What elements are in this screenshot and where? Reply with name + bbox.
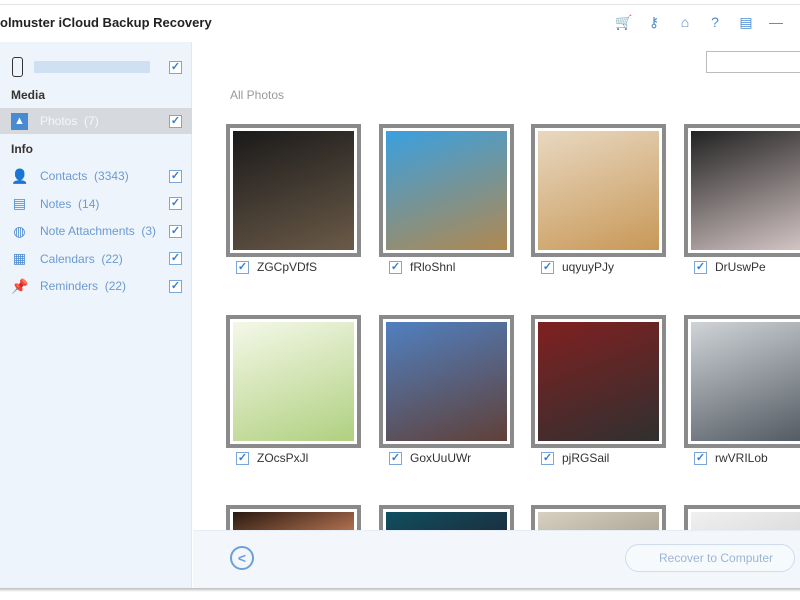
photos-label: Photos (7) [40, 114, 99, 128]
photo-thumbnail[interactable] [379, 315, 514, 448]
photo-caption: ✓ DrUswPe [694, 260, 766, 274]
key-icon[interactable]: ⚷ [645, 14, 663, 31]
photo-image [538, 131, 659, 250]
sidebar-item-contacts[interactable]: 👤 Contacts (3343) ✓ [0, 163, 192, 189]
photo-image [386, 322, 507, 441]
photo-name: uqyuyPJy [562, 260, 615, 274]
photo-thumbnail[interactable] [531, 505, 666, 530]
section-heading: All Photos [230, 88, 285, 102]
photo-name: fRloShnl [410, 260, 456, 274]
window-shadow [0, 588, 800, 592]
cart-icon[interactable]: 🛒 [615, 14, 633, 31]
photo-caption: ✓ uqyuyPJy [541, 260, 614, 274]
photo-thumbnail[interactable] [379, 505, 514, 530]
back-button[interactable]: < [230, 546, 254, 570]
photo-image [538, 322, 659, 441]
app-title: olmuster iCloud Backup Recovery [0, 15, 212, 30]
photo-checkbox[interactable]: ✓ [236, 451, 249, 465]
photo-name: rwVRILob [715, 451, 768, 465]
sidebar-item-calendars[interactable]: ▦ Calendars (22) ✓ [0, 246, 192, 272]
item-label: Note Attachments (3) [40, 224, 157, 238]
photo-thumbnail[interactable] [226, 124, 361, 257]
photo-thumbnail[interactable] [226, 505, 361, 530]
photo-checkbox[interactable]: ✓ [236, 260, 249, 274]
item-label: Reminders (22) [40, 279, 127, 293]
sidebar-item-reminders[interactable]: 📌 Reminders (22) ✓ [0, 273, 192, 299]
photo-grid-panel: All Photos ✓ ZGCpVDfS ✓ fRloShnl ✓ uqyuyPJy ✓ D… [193, 42, 800, 530]
attachment-icon: ◍ [13, 222, 26, 239]
photo-image [233, 131, 354, 250]
photo-checkbox[interactable]: ✓ [694, 260, 707, 274]
photo-image [386, 131, 507, 250]
photo-checkbox[interactable]: ✓ [694, 451, 707, 465]
photo-caption: ✓ rwVRILob [694, 451, 768, 465]
photo-name: GoxUuUWr [410, 451, 472, 465]
photo-name: pjRGSail [562, 451, 610, 465]
photos-checkbox[interactable]: ✓ [169, 114, 182, 128]
photo-checkbox[interactable]: ✓ [541, 260, 554, 274]
photo-thumbnail[interactable] [684, 124, 800, 257]
chevron-left-icon: < [237, 550, 247, 566]
photo-name: DrUswPe [715, 260, 766, 274]
feedback-icon[interactable]: ▤ [737, 14, 755, 31]
calendar-icon: ▦ [12, 250, 27, 266]
photo-image [233, 322, 354, 441]
item-label: Calendars (22) [40, 251, 123, 266]
sidebar-item-photos[interactable]: ▲ Photos (7) ✓ [0, 108, 192, 134]
photo-image [538, 512, 659, 530]
sidebar-item-notes[interactable]: ▤ Notes (14) ✓ [0, 191, 192, 217]
phone-icon [12, 57, 23, 77]
photo-thumbnail[interactable] [226, 315, 361, 448]
photos-icon: ▲ [11, 112, 28, 130]
sidebar-item-note-attachments[interactable]: ◍ Note Attachments (3) ✓ [0, 218, 192, 244]
item-label: Contacts (3343) [40, 169, 129, 183]
photo-caption: ✓ GoxUuUWr [389, 451, 471, 465]
item-checkbox[interactable]: ✓ [169, 169, 182, 183]
photo-checkbox[interactable]: ✓ [541, 451, 554, 465]
footer-bar: < Recover to Computer [193, 530, 800, 588]
photo-name: ZOcsPxJl [257, 451, 309, 465]
photo-caption: ✓ fRloShnl [389, 260, 455, 274]
item-label: Notes (14) [40, 196, 100, 211]
photo-checkbox[interactable]: ✓ [389, 260, 402, 274]
device-name-redacted [34, 61, 150, 73]
info-heading: Info [11, 142, 33, 156]
device-row[interactable]: ✓ [0, 54, 192, 80]
help-icon[interactable]: ? [706, 14, 724, 30]
photo-image [691, 131, 800, 250]
photo-caption: ✓ ZGCpVDfS [236, 260, 317, 274]
media-heading: Media [11, 88, 46, 102]
contacts-icon: 👤 [11, 167, 29, 184]
photo-thumbnail[interactable] [684, 505, 800, 530]
notes-icon: ▤ [12, 195, 27, 211]
photo-image [691, 322, 800, 441]
photo-checkbox[interactable]: ✓ [389, 451, 402, 465]
item-checkbox[interactable]: ✓ [169, 279, 182, 293]
minimize-icon[interactable]: — [767, 14, 785, 30]
photo-caption: ✓ ZOcsPxJl [236, 451, 308, 465]
item-checkbox[interactable]: ✓ [169, 197, 182, 210]
photo-image [233, 512, 354, 530]
photo-image [386, 512, 507, 530]
photo-thumbnail[interactable] [531, 315, 666, 448]
photo-image [691, 512, 800, 530]
window-top-border [0, 4, 800, 5]
photo-thumbnail[interactable] [684, 315, 800, 448]
search-input[interactable] [706, 51, 800, 73]
sidebar: ✓ Media ▲ Photos (7) ✓ Info 👤 Contacts (… [0, 42, 192, 588]
photo-name: ZGCpVDfS [257, 260, 318, 274]
device-checkbox[interactable]: ✓ [169, 60, 182, 74]
photo-thumbnail[interactable] [379, 124, 514, 257]
recover-to-computer-button[interactable]: Recover to Computer [625, 544, 795, 572]
photo-caption: ✓ pjRGSail [541, 451, 609, 465]
photo-thumbnail[interactable] [531, 124, 666, 257]
pin-icon: 📌 [11, 277, 29, 294]
item-checkbox[interactable]: ✓ [169, 224, 182, 238]
item-checkbox[interactable]: ✓ [169, 252, 182, 265]
home-icon[interactable]: ⌂ [676, 14, 694, 30]
